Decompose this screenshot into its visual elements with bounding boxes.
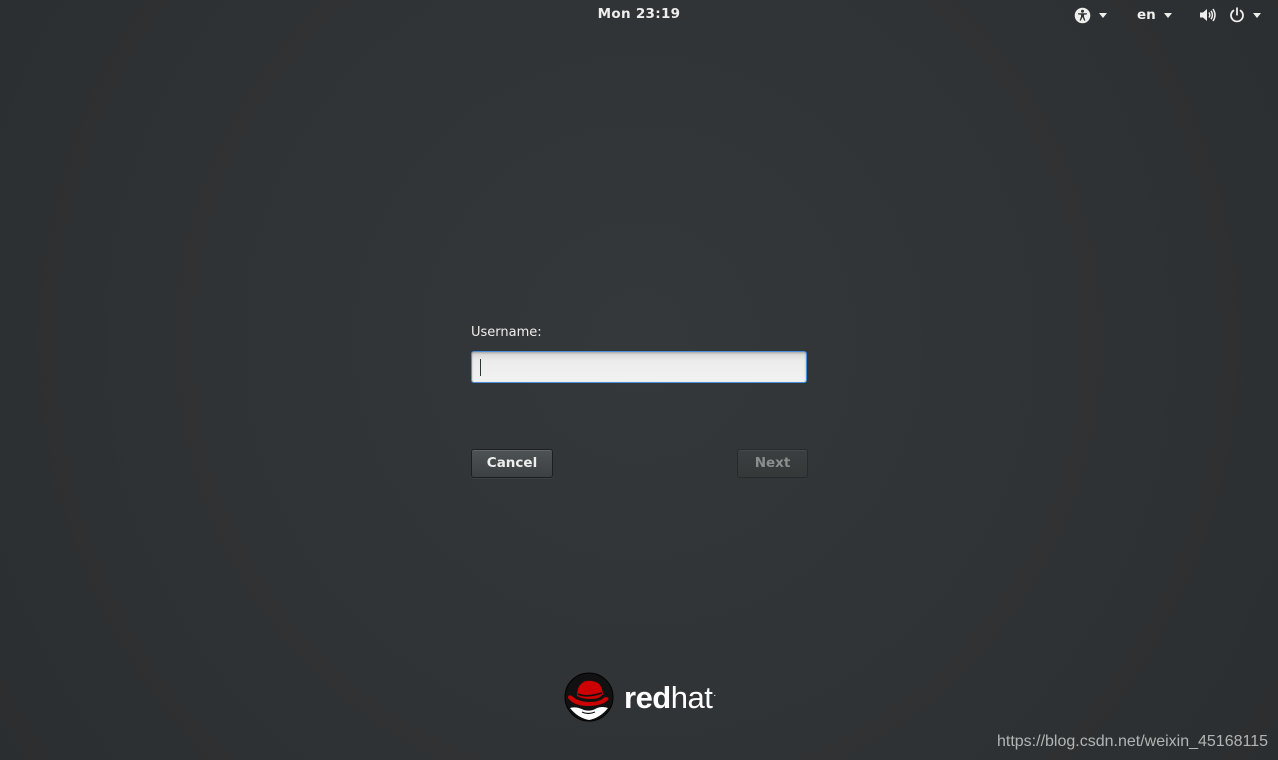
redhat-logo: redhat. — [564, 672, 716, 722]
chevron-down-icon — [1253, 12, 1261, 18]
system-menu[interactable] — [1199, 4, 1261, 26]
accessibility-menu[interactable] — [1074, 4, 1107, 26]
power-icon — [1229, 7, 1245, 23]
volume-icon — [1199, 7, 1217, 23]
wordmark-light: hat — [670, 679, 713, 715]
language-menu[interactable]: en — [1137, 4, 1172, 26]
wordmark-trademark: . — [713, 688, 716, 700]
redhat-wordmark: redhat. — [624, 682, 716, 713]
username-label: Username: — [471, 325, 542, 340]
cancel-button[interactable]: Cancel — [471, 449, 553, 478]
accessibility-icon — [1074, 7, 1091, 24]
shadowman-logo-icon — [564, 672, 614, 722]
login-screen: Mon 23:19 en Username: Cancel Next redha… — [0, 0, 1278, 760]
watermark-url: https://blog.csdn.net/weixin_45168115 — [996, 733, 1268, 750]
chevron-down-icon — [1163, 12, 1172, 18]
username-input[interactable] — [472, 352, 806, 382]
username-field-container[interactable] — [471, 351, 807, 383]
chevron-down-icon — [1099, 12, 1107, 18]
next-button[interactable]: Next — [737, 449, 808, 478]
top-bar: Mon 23:19 en — [0, 0, 1278, 29]
wordmark-bold: red — [624, 679, 671, 715]
language-label: en — [1137, 7, 1156, 23]
text-cursor — [480, 359, 481, 376]
